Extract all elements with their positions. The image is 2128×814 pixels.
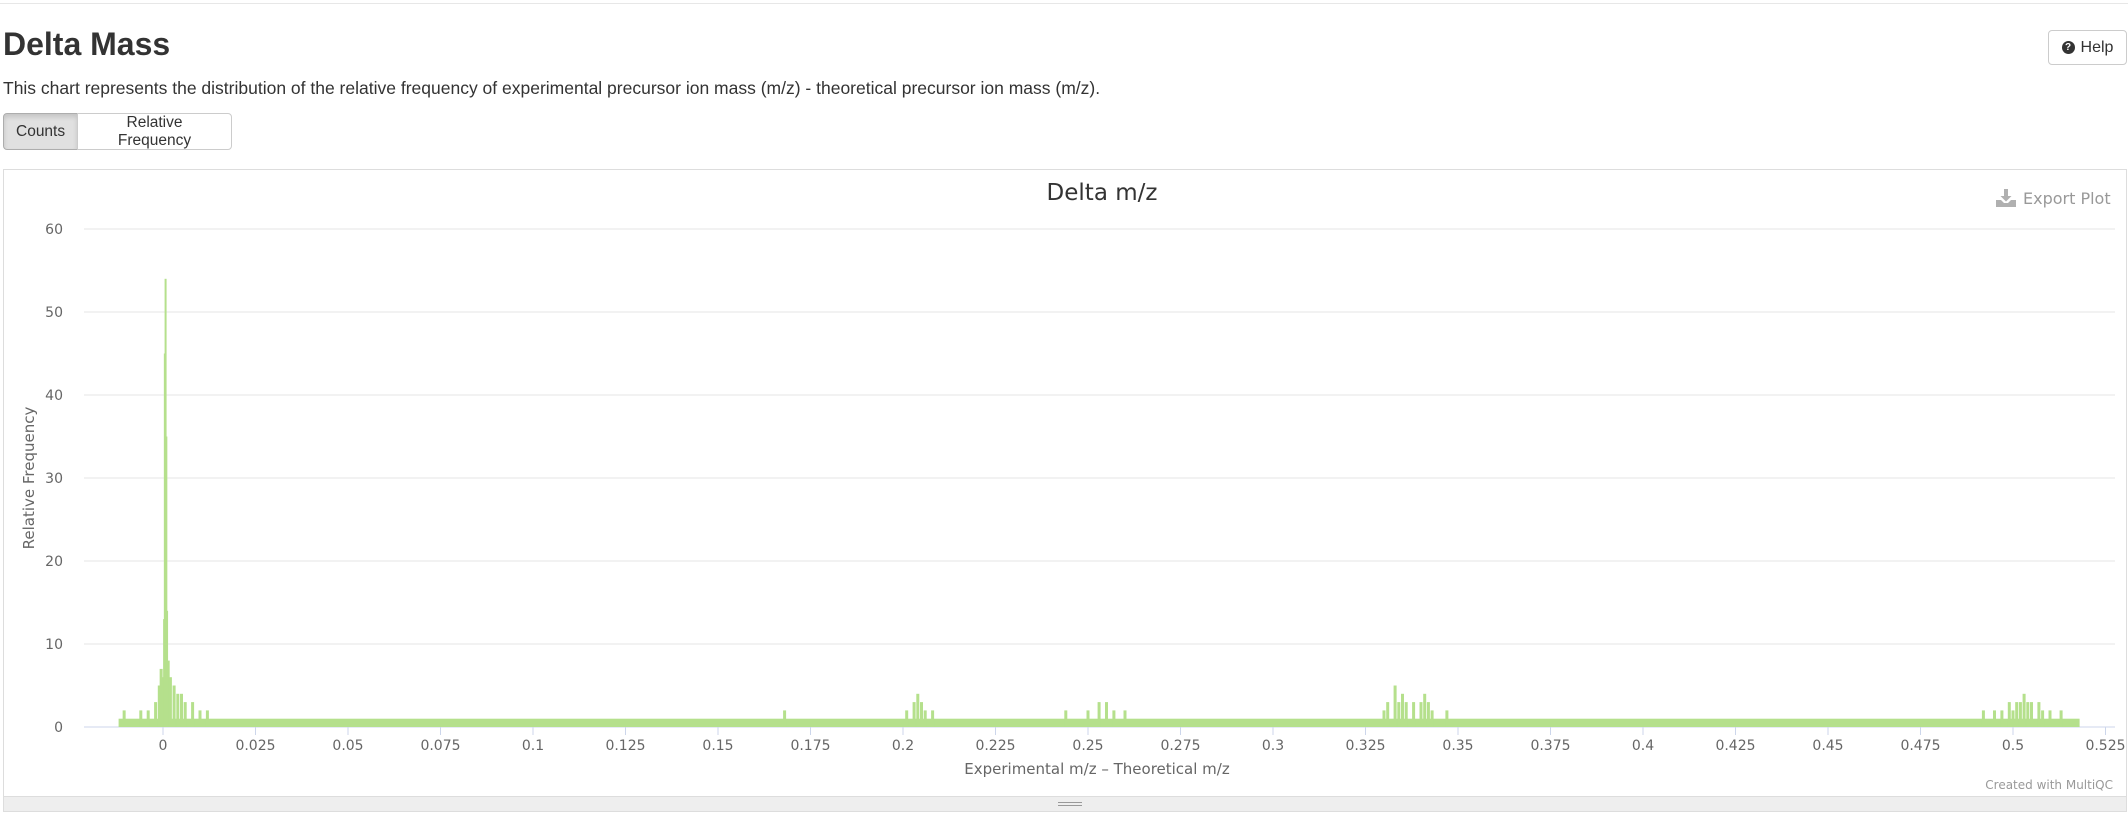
- data-bar: [154, 702, 158, 727]
- data-bar: [1382, 710, 1386, 727]
- x-tick-label: 0: [159, 738, 168, 754]
- data-bar: [1426, 702, 1430, 727]
- data-bar: [1423, 693, 1427, 727]
- x-tick-label: 0.075: [420, 738, 460, 754]
- data-bar: [1419, 702, 1423, 727]
- data-bar: [180, 693, 183, 727]
- data-bar: [916, 693, 920, 727]
- x-tick-label: 0.05: [332, 738, 363, 754]
- x-tick-label: 0.275: [1160, 738, 1200, 754]
- data-bar: [2059, 710, 2063, 727]
- download-icon: [1996, 189, 2016, 207]
- export-plot-label: Export Plot: [2023, 188, 2111, 208]
- x-tick-label: 0.475: [1900, 738, 1940, 754]
- data-bar: [1401, 693, 1404, 727]
- data-bar: [1064, 710, 1068, 727]
- x-tick-label: 0.375: [1530, 738, 1570, 754]
- data-bar: [1123, 710, 1127, 727]
- data-bar: [2048, 710, 2052, 727]
- data-bar: [2030, 702, 2033, 727]
- delta-mz-chart: Delta m/z 0 10 20 30 40 50 60 0 0.025 0.05 0.075 0.1…: [20, 180, 2126, 792]
- data-bar: [172, 685, 176, 727]
- data-bar: [1386, 702, 1390, 727]
- data-bar: [122, 710, 126, 727]
- x-tick-label: 0.225: [975, 738, 1015, 754]
- export-plot-button[interactable]: Export Plot: [1995, 186, 2111, 210]
- data-bar: [205, 710, 209, 727]
- data-bar: [920, 702, 923, 727]
- x-tick-label: 0.325: [1345, 738, 1385, 754]
- plot-resize-handle[interactable]: [4, 796, 2126, 811]
- x-tick-label: 0.1: [522, 738, 544, 754]
- data-bar: [139, 710, 143, 727]
- x-tick-label: 0.175: [790, 738, 830, 754]
- y-tick-label: 20: [45, 554, 63, 570]
- data-bar: [2041, 710, 2045, 727]
- x-tick-label: 0.525: [2085, 738, 2125, 754]
- y-tick-label: 50: [45, 305, 63, 321]
- data-bar: [2022, 693, 2026, 727]
- data-bar: [931, 710, 935, 727]
- data-bar: [1393, 685, 1397, 727]
- data-bar: [1097, 702, 1101, 727]
- data-bar: [2037, 702, 2041, 727]
- data-bar: [146, 710, 150, 727]
- data-bar: [912, 702, 916, 727]
- data-bar: [176, 693, 180, 727]
- data-bar: [905, 710, 909, 727]
- data-bar: [2015, 702, 2019, 727]
- y-tick-label: 10: [45, 637, 63, 653]
- data-bar: [783, 710, 787, 727]
- data-bar: [1404, 702, 1408, 727]
- x-tick-label: 0.4: [1632, 738, 1654, 754]
- data-bar: [923, 710, 927, 727]
- y-tick-label: 60: [45, 222, 63, 238]
- grip-icon: [1058, 802, 1082, 806]
- chart-credit: Created with MultiQC: [1985, 778, 2113, 792]
- data-bar: [2000, 710, 2004, 727]
- data-bar: [2007, 702, 2011, 727]
- data-bar: [168, 677, 172, 727]
- chart-title: Delta m/z: [1047, 180, 1158, 206]
- data-bar: [1445, 710, 1449, 727]
- data-bar: [1981, 710, 1985, 727]
- data-bar: [1112, 710, 1116, 727]
- data-bar: [191, 702, 195, 727]
- x-tick-label: 0.125: [605, 738, 645, 754]
- data-bar: [183, 702, 187, 727]
- data-bar: [2018, 702, 2022, 727]
- x-tick-label: 0.35: [1442, 738, 1473, 754]
- x-tick-label: 0.425: [1715, 738, 1755, 754]
- data-bar: [1086, 710, 1090, 727]
- x-tick-label: 0.45: [1812, 738, 1843, 754]
- x-tick-label: 0.25: [1072, 738, 1103, 754]
- y-tick-label: 30: [45, 471, 63, 487]
- data-bar: [1412, 702, 1416, 727]
- data-bar: [1397, 702, 1401, 727]
- data-bar: [2026, 702, 2030, 727]
- x-axis-title: Experimental m/z – Theoretical m/z: [964, 760, 1230, 778]
- data-bar: [1105, 702, 1108, 727]
- data-bar: [1430, 710, 1434, 727]
- x-tick-label: 0.025: [235, 738, 275, 754]
- x-tick-label: 0.15: [702, 738, 733, 754]
- data-bar: [2011, 710, 2015, 727]
- data-bar: [198, 710, 202, 727]
- y-tick-label: 40: [45, 388, 63, 404]
- x-tick-label: 0.2: [892, 738, 914, 754]
- x-tick-label: 0.3: [1262, 738, 1284, 754]
- x-tick-label: 0.5: [2002, 738, 2024, 754]
- y-tick-label: 0: [54, 720, 63, 736]
- data-bar: [1993, 710, 1996, 727]
- y-axis-title: Relative Frequency: [20, 407, 38, 550]
